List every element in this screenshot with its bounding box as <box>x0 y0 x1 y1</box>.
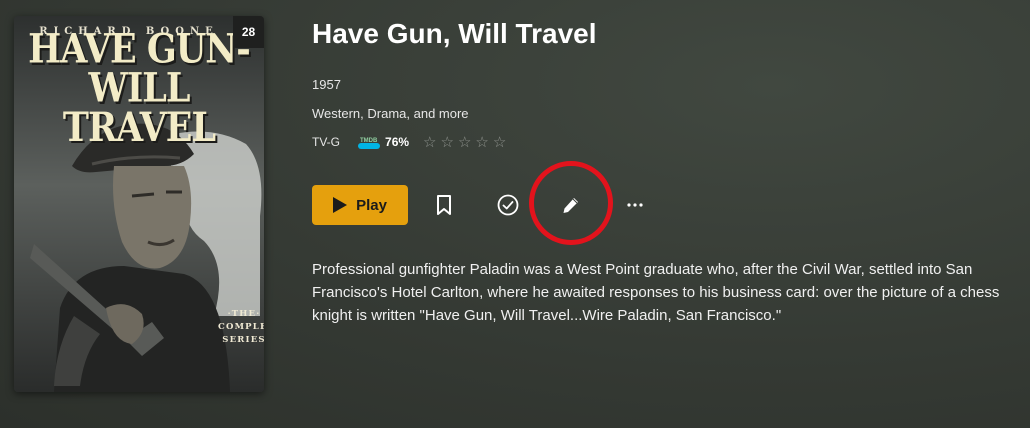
star-2-icon[interactable]: ☆ <box>441 135 454 150</box>
summary-text: Professional gunfighter Paladin was a We… <box>312 261 1000 324</box>
poster-title-text: HAVE GUN- WILL TRAVEL <box>18 25 260 152</box>
content-rating: TV-G <box>312 135 341 149</box>
play-label: Play <box>356 196 387 214</box>
poster-set-line1: ·THE· <box>227 309 261 319</box>
star-1-icon[interactable]: ☆ <box>423 135 436 150</box>
tmdb-logo-text: TMDB <box>360 138 378 144</box>
more-horizontal-icon <box>627 203 643 207</box>
poster-set-line3: SERIES <box>222 335 264 345</box>
episode-count-badge: 28 <box>233 16 264 48</box>
play-icon <box>333 197 348 213</box>
ratings-row: TV-G TMDB 76% ☆ ☆ ☆ ☆ ☆ <box>312 133 506 151</box>
edit-button[interactable] <box>556 190 586 220</box>
poster-title-line2: WILL TRAVEL <box>62 64 216 152</box>
bookmark-icon <box>437 195 451 215</box>
play-button[interactable]: Play <box>312 185 408 225</box>
genres-text[interactable]: Western, Drama, and more <box>312 106 469 121</box>
show-title: Have Gun, Will Travel <box>312 18 597 49</box>
poster-set-line2: COMPLETE <box>218 322 264 332</box>
star-5-icon[interactable]: ☆ <box>493 135 506 150</box>
more-options-button[interactable] <box>620 190 650 220</box>
star-3-icon[interactable]: ☆ <box>458 135 471 150</box>
check-circle-icon <box>497 194 519 216</box>
pencil-icon <box>563 198 578 213</box>
release-year: 1957 <box>312 77 341 92</box>
star-rating[interactable]: ☆ ☆ ☆ ☆ ☆ <box>423 135 506 150</box>
tmdb-logo-icon: TMDB <box>358 138 381 149</box>
poster-image[interactable]: RICHARD BOONE HAVE GUN- WILL TRAVEL 28 ·… <box>14 16 264 392</box>
poster-set-label: ·THE· COMPLETE SERIES <box>218 308 264 347</box>
mark-watched-button[interactable] <box>493 190 523 220</box>
star-4-icon[interactable]: ☆ <box>475 135 488 150</box>
watchlist-button[interactable] <box>429 190 459 220</box>
tmdb-score: 76% <box>385 135 410 149</box>
poster-title-line1: HAVE GUN- <box>28 25 251 73</box>
